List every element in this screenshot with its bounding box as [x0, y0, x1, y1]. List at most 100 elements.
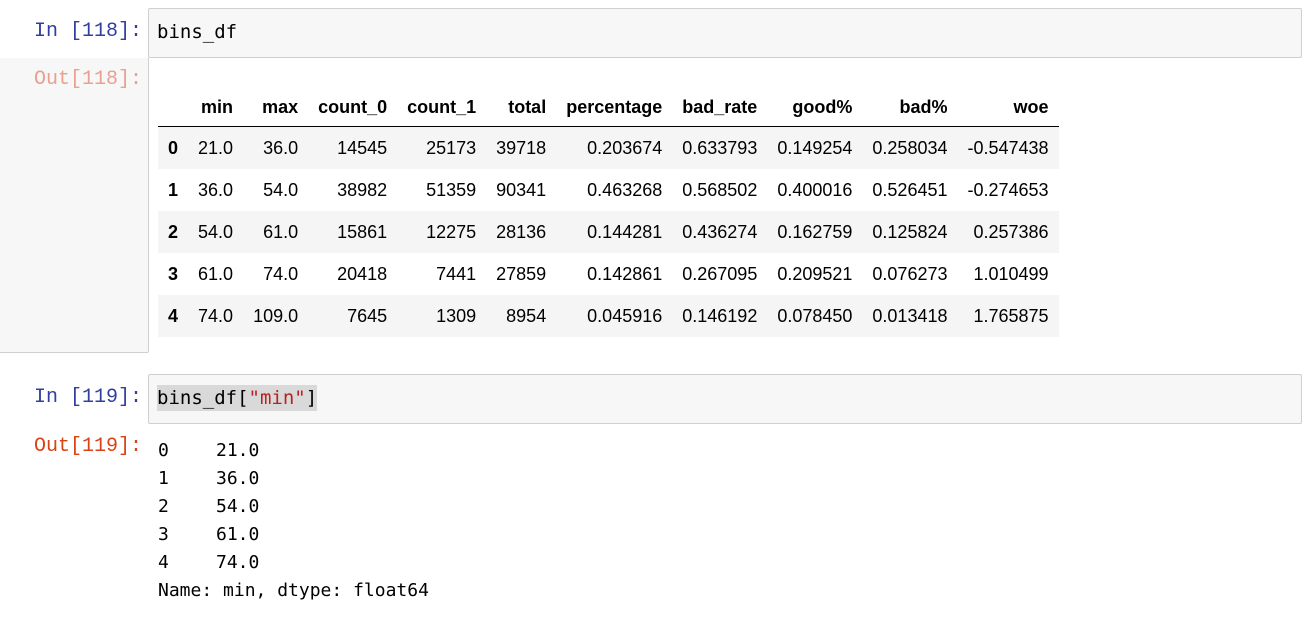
- table-row: 0 21.0 36.0 14545 25173 39718 0.203674 0.633793…: [158, 126, 1059, 169]
- table-cell: 0.209521: [777, 263, 853, 284]
- table-cell: 0.146192: [682, 305, 758, 326]
- table-cell: 12275: [426, 221, 477, 242]
- series-value: 21.0: [216, 440, 260, 461]
- table-cell: 36.0: [263, 137, 299, 158]
- table-cell: 38982: [337, 179, 388, 200]
- row-index: 1: [168, 179, 179, 200]
- series-index: 0: [158, 440, 169, 461]
- dataframe-table: min max count_0 count_1 total percentage…: [158, 88, 1059, 337]
- column-header: woe: [957, 88, 1059, 127]
- code-suffix: ]: [305, 387, 318, 409]
- table-cell: 0.267095: [682, 263, 758, 284]
- table-cell: 51359: [426, 179, 477, 200]
- table-cell: 90341: [496, 179, 547, 200]
- row-index: 3: [168, 263, 179, 284]
- table-cell: 74.0: [198, 305, 234, 326]
- series-row: 1 36.0: [158, 465, 429, 493]
- column-header: count_0: [308, 88, 398, 127]
- code-text-119: bins_df["min"]: [157, 385, 318, 411]
- table-cell: 14545: [337, 137, 388, 158]
- table-cell: 21.0: [198, 137, 234, 158]
- series-row: 0 21.0: [158, 437, 429, 465]
- series-index: 4: [158, 552, 169, 573]
- column-header: good%: [767, 88, 863, 127]
- table-cell: 0.144281: [587, 221, 663, 242]
- series-row: 3 61.0: [158, 521, 429, 549]
- table-cell: 0.142861: [587, 263, 663, 284]
- table-cell: 0.078450: [777, 305, 853, 326]
- index-header: [158, 88, 189, 127]
- table-cell: 15861: [337, 221, 388, 242]
- table-cell: -0.547438: [967, 137, 1049, 158]
- table-row: 3 61.0 74.0 20418 7441 27859 0.142861 0.267095 0…: [158, 253, 1059, 295]
- table-cell: 1.765875: [973, 305, 1049, 326]
- table-cell: 109.0: [253, 305, 299, 326]
- table-cell: 0.526451: [872, 179, 948, 200]
- table-cell: 1.010499: [973, 263, 1049, 284]
- table-cell: 0.125824: [872, 221, 948, 242]
- table-cell: 7441: [436, 263, 477, 284]
- series-value: 54.0: [216, 496, 260, 517]
- column-header: total: [486, 88, 557, 127]
- table-cell: 0.568502: [682, 179, 758, 200]
- table-cell: 0.076273: [872, 263, 948, 284]
- table-cell: 0.400016: [777, 179, 853, 200]
- code-text-118: bins_df: [157, 21, 238, 43]
- table-cell: 54.0: [198, 221, 234, 242]
- table-cell: 20418: [337, 263, 388, 284]
- table-cell: 8954: [506, 305, 547, 326]
- out-prompt-118: Out[118]:: [33, 68, 142, 91]
- table-row: 2 54.0 61.0 15861 12275 28136 0.144281 0.436274…: [158, 211, 1059, 253]
- column-header: min: [188, 88, 244, 127]
- series-index: 2: [158, 496, 169, 517]
- table-cell: 1309: [436, 305, 477, 326]
- table-cell: 0.013418: [872, 305, 948, 326]
- in-prompt-118: In [118]:: [33, 20, 142, 43]
- column-header: percentage: [556, 88, 673, 127]
- table-cell: 0.258034: [872, 137, 948, 158]
- table-cell: 39718: [496, 137, 547, 158]
- table-cell: 54.0: [263, 179, 299, 200]
- code-string: "min": [248, 387, 306, 409]
- selected-code: bins_df["min"]: [157, 385, 318, 411]
- table-cell: 0.436274: [682, 221, 758, 242]
- table-cell: 27859: [496, 263, 547, 284]
- row-index: 0: [168, 137, 179, 158]
- series-value: 74.0: [216, 552, 260, 573]
- series-value: 36.0: [216, 468, 260, 489]
- code-input-118[interactable]: bins_df: [148, 8, 1302, 58]
- table-row: 1 36.0 54.0 38982 51359 90341 0.463268 0.568502…: [158, 169, 1059, 211]
- in-prompt-119: In [119]:: [33, 386, 142, 409]
- out-prompt-119: Out[119]:: [33, 435, 142, 458]
- table-row: 4 74.0 109.0 7645 1309 8954 0.045916 0.146192 0.…: [158, 295, 1059, 337]
- series-row: 2 54.0: [158, 493, 429, 521]
- table-cell: 0.149254: [777, 137, 853, 158]
- table-cell: 28136: [496, 221, 547, 242]
- column-header: count_1: [397, 88, 487, 127]
- code-input-119[interactable]: bins_df["min"]: [148, 374, 1302, 424]
- series-row: 4 74.0: [158, 549, 429, 577]
- column-header: max: [243, 88, 309, 127]
- series-output: 0 21.0 1 36.0 2 54.0 3 61.0 4 74.0 Name: min, dty…: [158, 437, 429, 605]
- table-cell: 25173: [426, 137, 477, 158]
- table-cell: 0.257386: [973, 221, 1049, 242]
- table-cell: 7645: [347, 305, 388, 326]
- column-header: bad_rate: [672, 88, 768, 127]
- column-header: bad%: [862, 88, 958, 127]
- table-cell: 61.0: [198, 263, 234, 284]
- table-cell: 36.0: [198, 179, 234, 200]
- table-cell: 0.633793: [682, 137, 758, 158]
- series-value: 61.0: [216, 524, 260, 545]
- table-cell: 0.203674: [587, 137, 663, 158]
- series-index: 1: [158, 468, 169, 489]
- row-index: 4: [168, 305, 179, 326]
- series-footer: Name: min, dtype: float64: [158, 580, 429, 601]
- table-cell: 0.463268: [587, 179, 663, 200]
- row-index: 2: [168, 221, 179, 242]
- table-cell: -0.274653: [967, 179, 1049, 200]
- table-cell: 0.162759: [777, 221, 853, 242]
- code-prefix: bins_df[: [157, 387, 249, 409]
- series-index: 3: [158, 524, 169, 545]
- output-prompt-area-118: [0, 58, 149, 353]
- table-cell: 0.045916: [587, 305, 663, 326]
